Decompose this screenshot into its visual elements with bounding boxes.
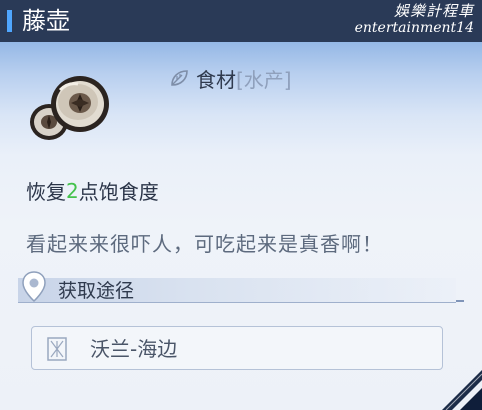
source-section-header: 获取途径 xyxy=(18,271,464,308)
watermark-line-2: entertainment14 xyxy=(354,20,474,36)
effect-text: 恢复 2 点饱食度 xyxy=(26,176,159,205)
map-pin-icon xyxy=(22,271,46,303)
watermark-line-1: 娛樂計程車 xyxy=(393,2,474,20)
item-description: 看起来来很吓人，可吃起来是真香啊！ xyxy=(26,232,383,256)
source-location-label: 沃兰-海边 xyxy=(90,337,178,361)
card-corner-decoration xyxy=(442,370,482,410)
item-category: 食材 [水产] xyxy=(168,64,292,92)
category-sub: [水产] xyxy=(236,67,292,92)
title-accent-bar xyxy=(7,10,12,32)
leaf-icon xyxy=(171,70,188,86)
watermark: 娛樂計程車 entertainment14 xyxy=(334,3,474,37)
item-detail-card: 藤壶 娛樂計程車 entertainment14 食材 [水产] 恢复 2 点饱… xyxy=(0,0,482,410)
item-name: 藤壶 xyxy=(22,7,70,35)
source-location-button[interactable]: 沃兰-海边 xyxy=(31,326,443,370)
effect-prefix: 恢复 xyxy=(26,180,66,204)
category-main: 食材 xyxy=(196,67,236,92)
effect-suffix: 点饱食度 xyxy=(78,180,159,204)
location-marker-icon xyxy=(47,337,67,361)
source-underline-tick xyxy=(456,300,464,302)
effect-value: 2 xyxy=(66,178,79,203)
source-heading: 获取途径 xyxy=(58,280,135,302)
barnacle-item-image xyxy=(30,76,109,140)
title-bar: 藤壶 娛樂計程車 entertainment14 xyxy=(0,0,482,42)
